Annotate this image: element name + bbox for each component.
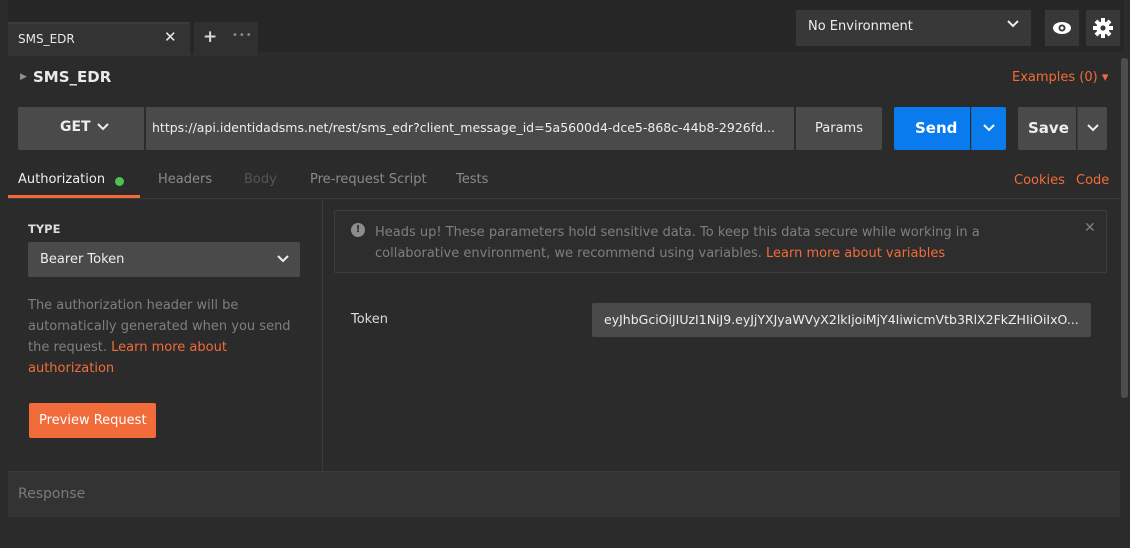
- send-label: Send: [915, 119, 958, 137]
- gear-icon: [1093, 18, 1113, 38]
- token-input[interactable]: eyJhbGciOiJIUzI1NiJ9.eyJjYXJyaWVyX2lkIjo…: [604, 312, 1088, 327]
- notice-text: Heads up! These parameters hold sensitiv…: [375, 222, 1065, 264]
- send-options-button[interactable]: [971, 107, 1006, 150]
- chevron-down-icon: [1087, 124, 1099, 132]
- tab-body[interactable]: Body: [244, 172, 277, 187]
- plus-icon[interactable]: +: [203, 27, 217, 47]
- tab-tests[interactable]: Tests: [456, 172, 488, 187]
- environment-quick-look-button[interactable]: [1045, 10, 1079, 46]
- active-indicator-dot: [115, 177, 124, 186]
- expand-icon[interactable]: ▶: [20, 72, 27, 82]
- url-input[interactable]: https://api.identidadsms.net/rest/sms_ed…: [152, 120, 790, 135]
- code-link[interactable]: Code: [1076, 173, 1109, 188]
- info-icon: !: [351, 223, 365, 237]
- eye-icon: [1053, 22, 1071, 34]
- save-options-button[interactable]: [1077, 107, 1107, 150]
- method-label: GET: [60, 119, 91, 135]
- settings-button[interactable]: [1086, 10, 1120, 46]
- panel-divider: [322, 199, 323, 471]
- chevron-down-icon: [1005, 16, 1021, 36]
- tab-label: SMS_EDR: [18, 32, 75, 46]
- response-label: Response: [18, 486, 86, 502]
- environment-label: No Environment: [808, 19, 913, 34]
- chevron-down-icon: [983, 124, 995, 132]
- preview-request-label: Preview Request: [39, 413, 147, 428]
- close-icon[interactable]: ✕: [164, 28, 177, 46]
- tab-authorization[interactable]: Authorization: [18, 172, 105, 187]
- examples-dropdown[interactable]: Examples (0) ▾: [1012, 70, 1108, 85]
- chevron-down-icon: [276, 252, 290, 270]
- request-name[interactable]: SMS_EDR: [33, 68, 111, 86]
- learn-more-variables-link[interactable]: Learn more about variables: [766, 246, 945, 261]
- scrollbar[interactable]: [1121, 58, 1128, 398]
- type-label: TYPE: [28, 222, 61, 236]
- auth-type-value: Bearer Token: [40, 252, 125, 267]
- tab-headers[interactable]: Headers: [158, 172, 212, 187]
- close-icon[interactable]: ✕: [1084, 220, 1096, 236]
- tab-pre-request-script[interactable]: Pre-request Script: [310, 172, 427, 187]
- save-label: Save: [1028, 119, 1069, 137]
- active-tab-underline: [8, 195, 140, 198]
- token-label: Token: [351, 312, 388, 327]
- chevron-down-icon: [96, 121, 110, 137]
- auth-help-text: The authorization header will be automat…: [28, 295, 298, 379]
- params-label: Params: [815, 121, 863, 136]
- response-pane-header[interactable]: [8, 471, 1120, 517]
- more-tabs-icon[interactable]: •••: [232, 30, 253, 41]
- cookies-link[interactable]: Cookies: [1014, 173, 1065, 188]
- tabs-divider: [8, 198, 1124, 199]
